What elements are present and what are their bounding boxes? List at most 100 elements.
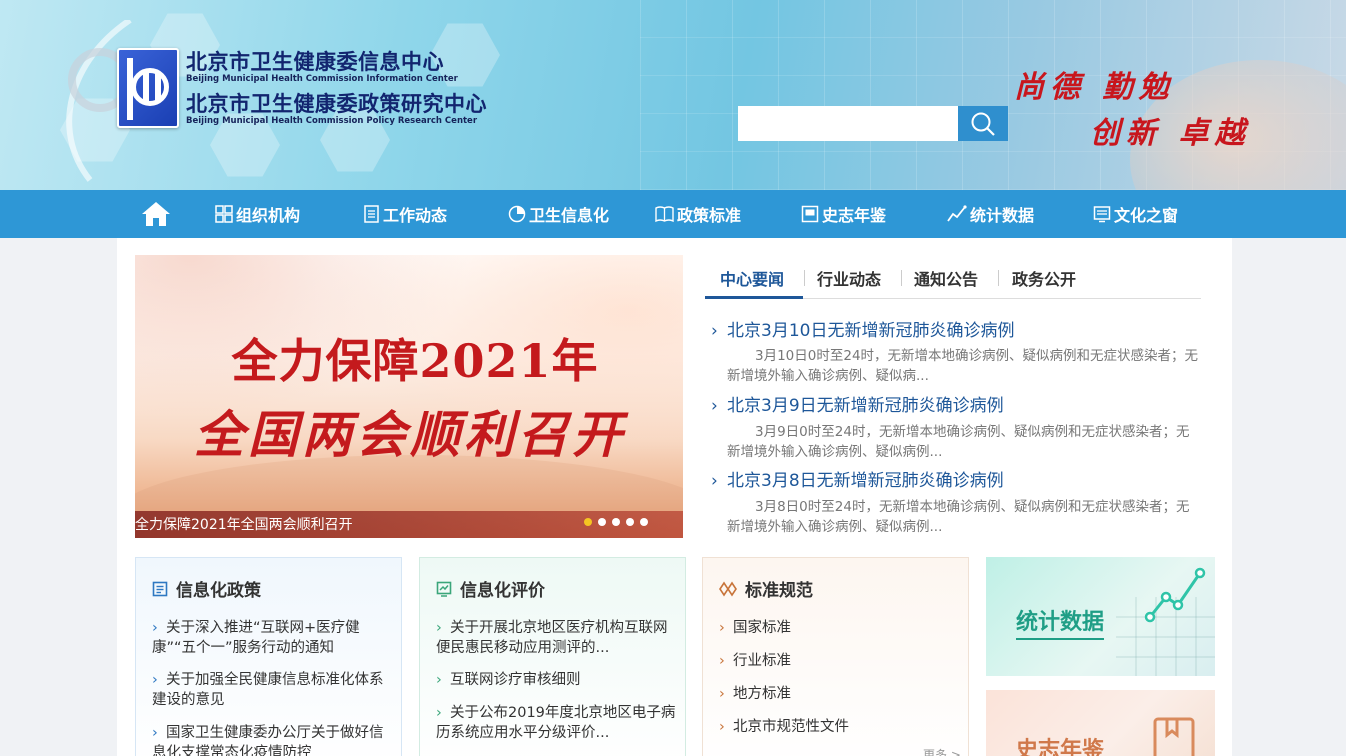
slogan-line-1: 尚德 勤勉 [1014, 70, 1175, 105]
news-item-title[interactable]: › 北京3月8日无新增新冠肺炎确诊病例 [711, 466, 1201, 491]
org-name-policy-center: 北京市卫生健康委政策研究中心 Beijing Municipal Health … [186, 92, 487, 126]
tab-industry-news[interactable]: 行业动态 [817, 266, 881, 290]
news-item-summary: 3月9日0时至24时，无新增本地确诊病例、疑似病例和无症状感染者；无新增境外输入… [727, 424, 1190, 460]
card-it-policy: 信息化政策 › 关于深入推进“互联网+医疗健康”“五个一”服务行动的通知 › 关于加… [135, 557, 402, 756]
chevron-right-icon: › [711, 471, 718, 491]
document-icon [152, 581, 168, 596]
banner-headline-1: 全力保障2021年 [231, 334, 599, 388]
card-link-text: 地方标准 [733, 686, 791, 702]
nav-item-statistics[interactable]: 统计数据 [947, 190, 1034, 238]
card-link[interactable]: › 行业标准 [719, 651, 959, 671]
logo-bar [155, 72, 161, 102]
banner-carousel[interactable]: 全力保障2021年 全国两会顺利召开 全力保障2021年全国两会顺利召开 [135, 255, 683, 538]
nav-item-organization[interactable]: 组织机构 [215, 190, 300, 238]
card-title-text: 标准规范 [745, 581, 813, 601]
news-item-title[interactable]: › 北京3月9日无新增新冠肺炎确诊病例 [711, 391, 1201, 416]
card-link-text: 国家卫生健康委办公厅关于做好信息化支撑常态化疫情防控 [152, 725, 384, 756]
org-name-en: Beijing Municipal Health Commission Info… [186, 74, 458, 84]
news-tabs: 中心要闻 行业动态 通知公告 政务公开 [705, 258, 1201, 299]
nav-label: 组织机构 [236, 206, 301, 225]
search-input[interactable] [738, 106, 958, 141]
carousel-dot[interactable] [626, 518, 634, 526]
home-icon [142, 202, 170, 226]
nav-item-policy-standards[interactable]: 政策标准 [655, 190, 741, 238]
card-link[interactable]: › 地方标准 [719, 684, 959, 704]
banner-headline-2: 全国两会顺利召开 [194, 405, 626, 464]
chevron-right-icon: › [719, 719, 725, 735]
book-icon [655, 206, 674, 223]
logo-bar [143, 72, 149, 102]
promo-statistics[interactable]: 统计数据 [986, 557, 1215, 676]
chevron-right-icon: › [436, 672, 442, 688]
center-logo[interactable] [117, 48, 179, 128]
nav-item-work-news[interactable]: 工作动态 [362, 190, 447, 238]
card-link[interactable]: › 关于开展北京地区医疗机构互联网便民惠民移动应用测评的... [436, 618, 676, 658]
card-link-text: 互联网诊疗审核细则 [450, 672, 581, 688]
grid-icon [215, 205, 233, 223]
card-title: 标准规范 [719, 576, 813, 601]
chevron-right-icon: › [719, 653, 725, 669]
news-title-text: 北京3月8日无新增新冠肺炎确诊病例 [727, 471, 1004, 491]
card-link-text: 关于开展北京地区医疗机构互联网便民惠民移动应用测评的... [436, 620, 668, 656]
org-name-en: Beijing Municipal Health Commission Poli… [186, 116, 478, 126]
carousel-dot[interactable] [598, 518, 606, 526]
news-title-text: 北京3月10日无新增新冠肺炎确诊病例 [727, 321, 1015, 341]
news-title-text: 北京3月9日无新增新冠肺炎确诊病例 [727, 396, 1004, 416]
chevron-right-icon: › [152, 725, 158, 741]
card-link-text: 关于公布2019年度北京地区电子病历系统应用水平分级评价... [436, 705, 676, 741]
news-item-title[interactable]: › 北京3月10日无新增新冠肺炎确诊病例 [711, 316, 1201, 341]
chevron-right-icon: › [719, 686, 725, 702]
org-name-info-center: 北京市卫生健康委信息中心 Beijing Municipal Health Co… [186, 50, 458, 84]
tab-notices[interactable]: 通知公告 [914, 266, 978, 290]
tab-center-news[interactable]: 中心要闻 [720, 266, 784, 290]
logo-ring [131, 68, 169, 106]
more-link[interactable]: 更多 > [923, 746, 961, 756]
carousel-dot[interactable] [584, 518, 592, 526]
carousel-dot[interactable] [612, 518, 620, 526]
promo-label: 统计数据 [1016, 604, 1105, 640]
search-button[interactable] [958, 106, 1008, 141]
card-link[interactable]: › 关于加强全民健康信息标准化体系建设的意见 [152, 670, 392, 710]
book-icon [1153, 717, 1195, 756]
banner-caption[interactable]: 全力保障2021年全国两会顺利召开 [135, 514, 353, 534]
nav-item-yearbook[interactable]: 史志年鉴 [801, 190, 886, 238]
carousel-dots [584, 518, 648, 526]
active-tab-indicator [705, 296, 803, 299]
card-link[interactable]: › 关于公布2019年度北京地区电子病历系统应用水平分级评价... [436, 703, 676, 743]
card-link-text: 关于加强全民健康信息标准化体系建设的意见 [152, 672, 384, 708]
card-link[interactable]: › 互联网诊疗审核细则 [436, 670, 676, 690]
pie-chart-icon [508, 205, 526, 223]
logo-bar [127, 58, 133, 120]
carousel-dot[interactable] [640, 518, 648, 526]
nav-label: 史志年鉴 [822, 206, 887, 225]
card-standards: 标准规范 › 国家标准 › 行业标准 › 地方标准 › 北京市规范性文件 更多 > [702, 557, 969, 756]
document-icon [364, 205, 379, 223]
nav-label: 统计数据 [970, 206, 1035, 225]
header-banner: 北京市卫生健康委信息中心 Beijing Municipal Health Co… [0, 0, 1346, 190]
chevron-right-icon: › [436, 620, 442, 636]
tab-government-affairs[interactable]: 政务公开 [1012, 266, 1076, 290]
nav-label: 政策标准 [677, 206, 742, 225]
promo-label: 史志年鉴 [1016, 738, 1105, 756]
card-link[interactable]: › 北京市规范性文件 [719, 717, 959, 737]
card-link-text: 关于深入推进“互联网+医疗健康”“五个一”服务行动的通知 [152, 620, 360, 656]
card-link[interactable]: › 国家标准 [719, 618, 959, 638]
card-link[interactable]: › 关于深入推进“互联网+医疗健康”“五个一”服务行动的通知 [152, 618, 392, 658]
nav-item-culture[interactable]: 文化之窗 [1093, 190, 1178, 238]
card-link-text: 北京市规范性文件 [733, 719, 849, 735]
nav-home[interactable] [140, 190, 175, 238]
card-link[interactable]: › 国家卫生健康委办公厅关于做好信息化支撑常态化疫情防控 [152, 723, 392, 756]
promo-yearbook[interactable]: 史志年鉴 [986, 690, 1215, 756]
card-link-text: 行业标准 [733, 653, 791, 669]
line-chart-icon [1144, 567, 1206, 623]
nav-label: 文化之窗 [1114, 206, 1179, 225]
news-item-summary: 3月8日0时至24时，无新增本地确诊病例、疑似病例和无症状感染者；无新增境外输入… [727, 499, 1190, 535]
news-item-summary: 3月10日0时至24时，无新增本地确诊病例、疑似病例和无症状感染者；无新增境外输… [727, 348, 1199, 384]
tab-divider [804, 270, 805, 286]
nav-item-health-it[interactable]: 卫生信息化 [508, 190, 609, 238]
card-title-text: 信息化评价 [460, 581, 545, 601]
picture-icon [801, 205, 819, 223]
monitor-icon [1093, 206, 1111, 223]
nav-label: 工作动态 [383, 206, 448, 225]
card-title-text: 信息化政策 [176, 581, 261, 601]
